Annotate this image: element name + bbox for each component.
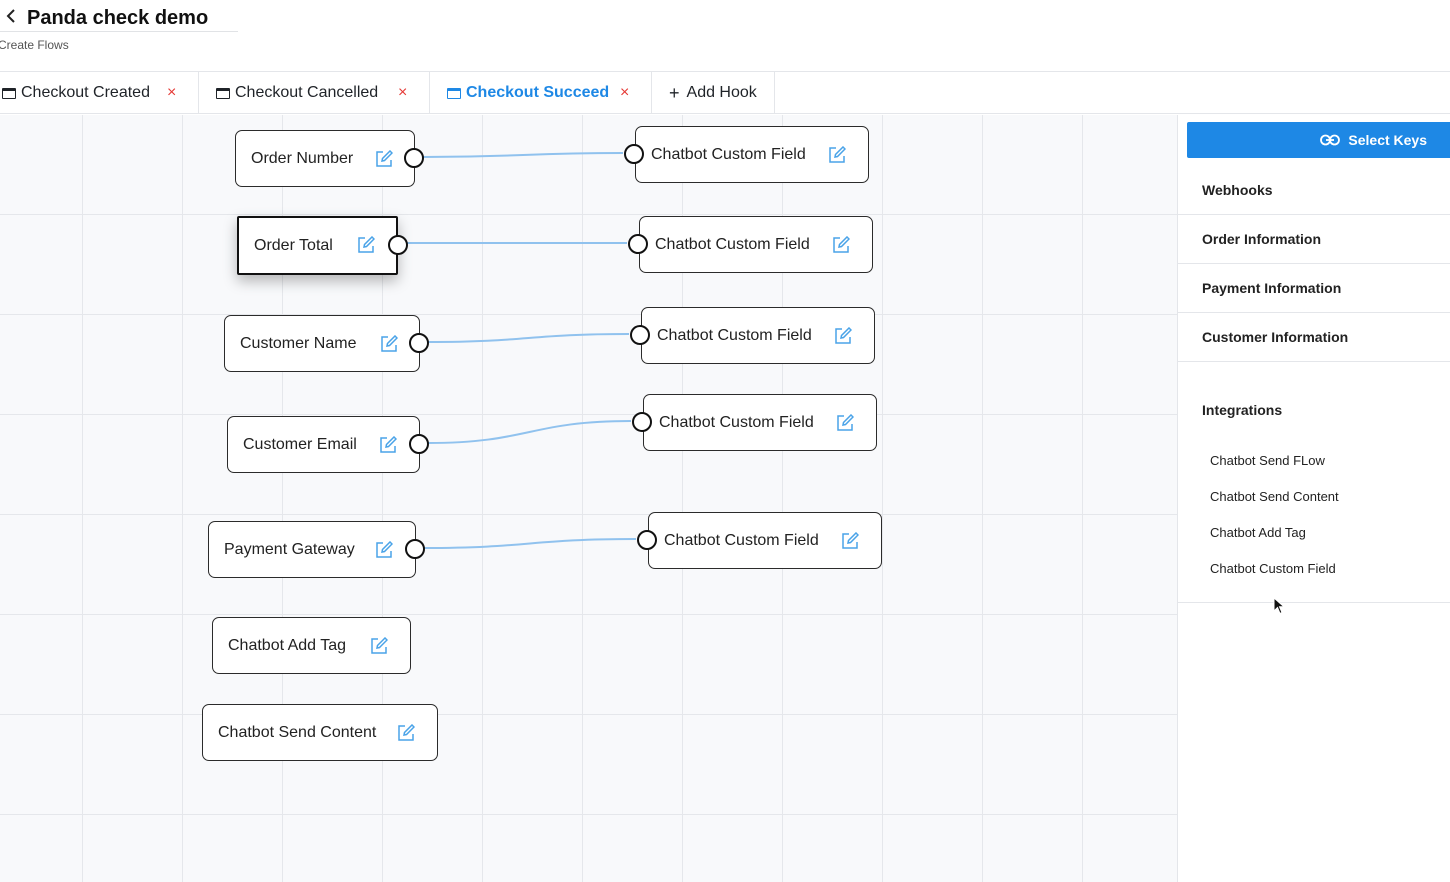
- page-header: Panda check demo Create Flows: [0, 0, 1450, 72]
- panel-item-payment-information[interactable]: Payment Information: [1178, 264, 1450, 313]
- back-arrow-icon[interactable]: [2, 6, 20, 28]
- close-icon[interactable]: ×: [398, 84, 407, 102]
- window-icon: [447, 87, 461, 99]
- hook-tabs: Checkout Created × Checkout Cancelled × …: [0, 72, 1450, 114]
- edit-icon[interactable]: [834, 326, 853, 345]
- title-divider: [0, 31, 238, 32]
- node-label: Chatbot Add Tag: [228, 636, 347, 654]
- connection-line[interactable]: [422, 152, 624, 158]
- select-keys-button[interactable]: Select Keys: [1187, 122, 1450, 158]
- output-port[interactable]: [388, 235, 408, 255]
- input-port[interactable]: [630, 325, 650, 345]
- integrations-divider: [1178, 602, 1450, 603]
- window-icon: [2, 87, 16, 99]
- source-node[interactable]: Order Total: [237, 216, 408, 275]
- page-title: Panda check demo: [27, 7, 209, 29]
- tab-label: Checkout Cancelled: [235, 84, 379, 101]
- select-keys-label: Select Keys: [1348, 132, 1427, 148]
- panel-item-customer-information[interactable]: Customer Information: [1178, 313, 1450, 362]
- edit-icon[interactable]: [357, 235, 376, 254]
- source-node[interactable]: Chatbot Send Content: [202, 704, 438, 761]
- input-port[interactable]: [628, 234, 648, 254]
- node-label: Order Number: [251, 149, 354, 167]
- target-node[interactable]: Chatbot Custom Field: [628, 216, 873, 273]
- integration-chatbot-send-flow[interactable]: Chatbot Send FLow: [1210, 453, 1325, 468]
- source-node[interactable]: Order Number: [235, 130, 424, 187]
- page-subtitle: Create Flows: [0, 38, 69, 52]
- connection-line[interactable]: [423, 538, 637, 549]
- tab-checkout-succeed[interactable]: Checkout Succeed ×: [430, 72, 652, 114]
- edit-icon[interactable]: [828, 145, 847, 164]
- source-node[interactable]: Chatbot Add Tag: [212, 617, 411, 674]
- tab-checkout-cancelled[interactable]: Checkout Cancelled ×: [199, 72, 430, 114]
- integration-chatbot-custom-field[interactable]: Chatbot Custom Field: [1210, 561, 1336, 576]
- output-port[interactable]: [409, 434, 429, 454]
- connection-line[interactable]: [427, 420, 632, 444]
- node-label: Order Total: [254, 236, 333, 254]
- input-port[interactable]: [632, 412, 652, 432]
- integration-chatbot-send-content[interactable]: Chatbot Send Content: [1210, 489, 1339, 504]
- edit-icon[interactable]: [375, 540, 394, 559]
- edit-icon[interactable]: [841, 531, 860, 550]
- node-label: Chatbot Send Content: [218, 723, 377, 741]
- node-label: Chatbot Custom Field: [657, 326, 812, 344]
- output-port[interactable]: [405, 539, 425, 559]
- source-node[interactable]: Payment Gateway: [208, 521, 425, 578]
- window-icon: [216, 87, 230, 99]
- edit-icon[interactable]: [397, 723, 416, 742]
- node-label: Customer Email: [243, 435, 357, 453]
- node-label: Payment Gateway: [224, 540, 355, 558]
- link-icon: [1320, 134, 1341, 146]
- output-port[interactable]: [404, 148, 424, 168]
- tab-checkout-created[interactable]: Checkout Created ×: [0, 72, 199, 114]
- input-port[interactable]: [624, 144, 644, 164]
- output-port[interactable]: [409, 333, 429, 353]
- add-hook-label: Add Hook: [686, 84, 757, 101]
- panel-item-webhooks[interactable]: Webhooks: [1178, 166, 1450, 215]
- connection-line[interactable]: [427, 333, 630, 343]
- connections-layer: [405, 152, 637, 549]
- source-node[interactable]: Customer Email: [227, 416, 429, 473]
- edit-icon[interactable]: [375, 149, 394, 168]
- edit-icon[interactable]: [370, 636, 389, 655]
- keys-panel: Select Keys Webhooks Order Information P…: [1177, 115, 1450, 882]
- tab-label: Checkout Created: [21, 84, 150, 101]
- close-icon[interactable]: ×: [167, 84, 176, 102]
- node-label: Customer Name: [240, 334, 357, 352]
- node-label: Chatbot Custom Field: [651, 145, 806, 163]
- node-label: Chatbot Custom Field: [664, 531, 819, 549]
- target-node[interactable]: Chatbot Custom Field: [632, 394, 877, 451]
- edit-icon[interactable]: [836, 413, 855, 432]
- tab-label: Checkout Succeed: [466, 84, 610, 101]
- target-node[interactable]: Chatbot Custom Field: [630, 307, 875, 364]
- source-node[interactable]: Customer Name: [224, 315, 429, 372]
- node-label: Chatbot Custom Field: [659, 413, 814, 431]
- edit-icon[interactable]: [380, 334, 399, 353]
- integrations-title: Integrations: [1202, 402, 1283, 418]
- close-icon[interactable]: ×: [620, 84, 629, 102]
- flow-canvas[interactable]: Order Number Order Total Customer Name Cust…: [0, 115, 1177, 882]
- input-port[interactable]: [637, 530, 657, 550]
- add-hook-button[interactable]: + Add Hook: [652, 72, 775, 114]
- panel-item-order-information[interactable]: Order Information: [1178, 215, 1450, 264]
- plus-icon: +: [669, 83, 680, 103]
- edit-icon[interactable]: [379, 435, 398, 454]
- target-node[interactable]: Chatbot Custom Field: [624, 126, 869, 183]
- target-node[interactable]: Chatbot Custom Field: [637, 512, 882, 569]
- edit-icon[interactable]: [832, 235, 851, 254]
- node-label: Chatbot Custom Field: [655, 235, 810, 253]
- integration-chatbot-add-tag[interactable]: Chatbot Add Tag: [1210, 525, 1306, 540]
